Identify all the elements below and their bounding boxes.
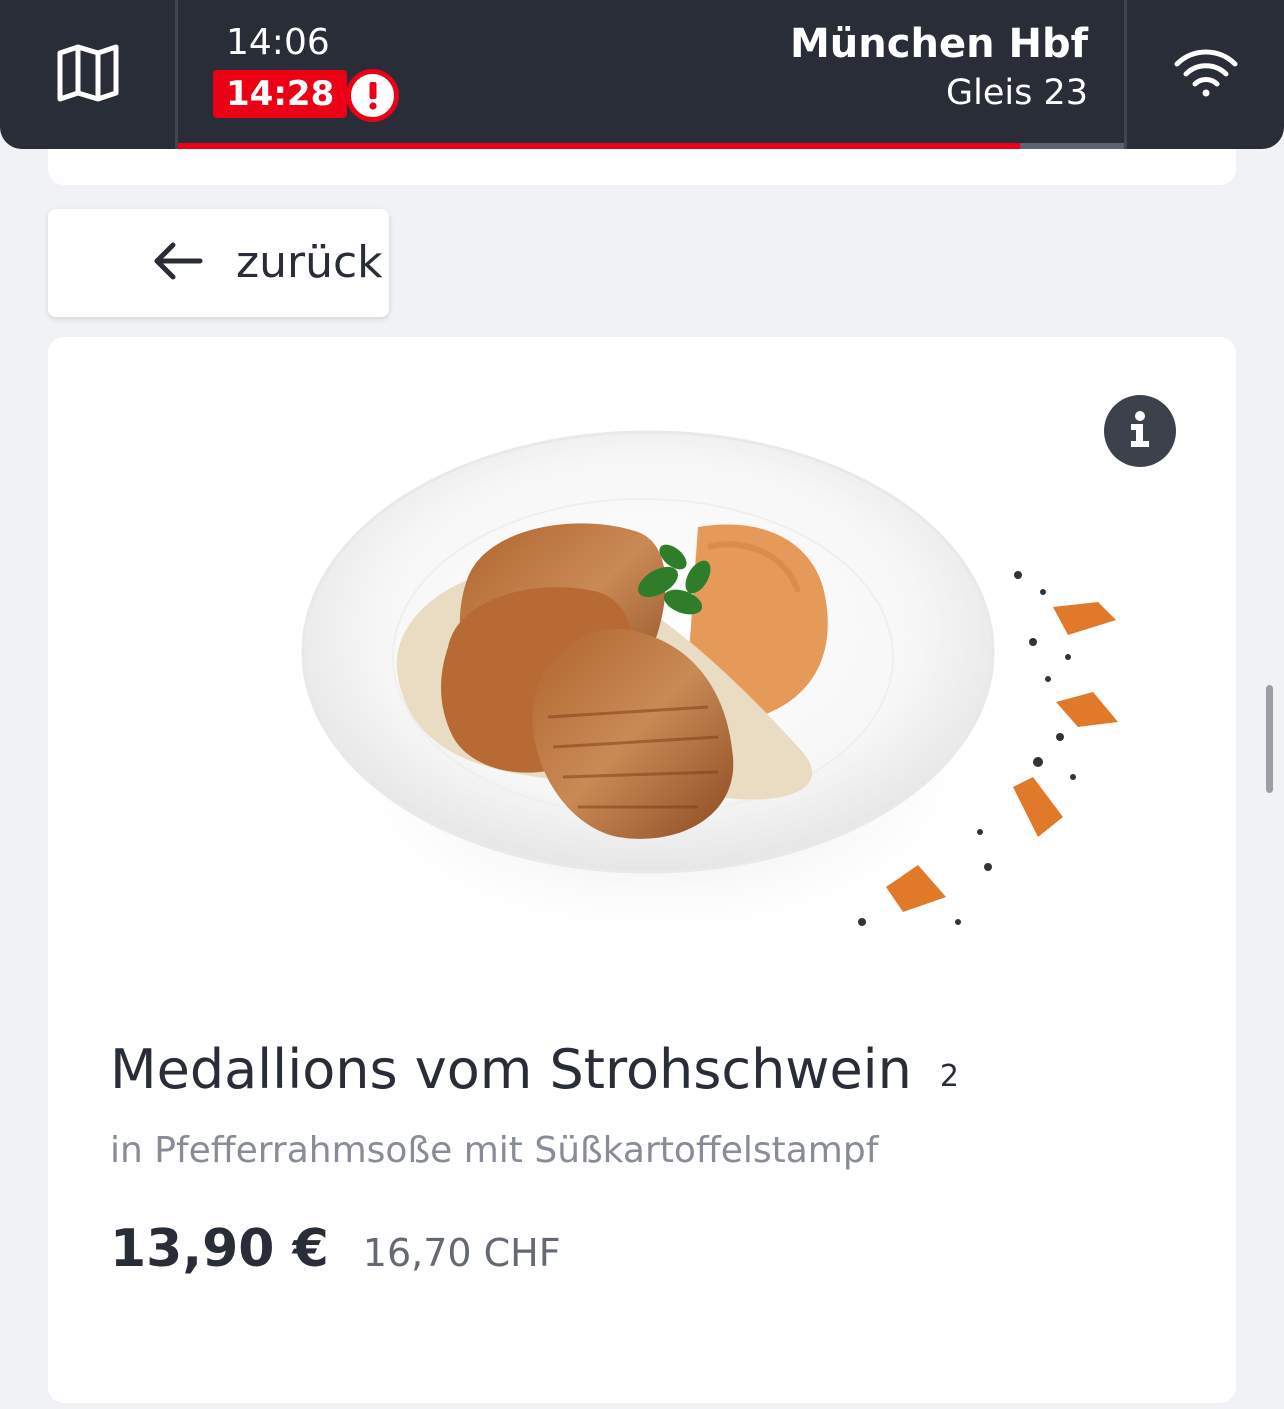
header-divider [175,0,178,149]
journey-progress-bar [178,143,1124,149]
product-description: in Pfefferrahmsoße mit Süßkartoffelstamp… [110,1130,879,1171]
allergen-note[interactable]: 2 [940,1059,959,1094]
price-chf: 16,70 CHF [362,1231,561,1275]
medallions-plate-image [278,417,1158,997]
product-title: Medallions vom Strohschwein 2 [110,1035,959,1112]
scrollbar[interactable] [1266,685,1273,793]
product-title-text: Medallions vom Strohschwein [110,1038,912,1101]
journey-progress-fill [178,143,1020,149]
alert-icon[interactable] [346,69,399,122]
wifi-button[interactable] [1127,0,1284,149]
map-icon [56,43,120,107]
planned-arrival-time: 14:06 [226,22,330,63]
arrow-left-icon [152,241,204,285]
wifi-icon [1173,47,1239,103]
actual-arrival-time: 14:28 [213,70,348,118]
station-name: München Hbf [790,21,1088,67]
station-info: München Hbf Gleis 23 [790,20,1088,117]
price-eur: 13,90 € [110,1219,329,1279]
back-button-label: zurück [236,237,383,288]
product-card: Medallions vom Strohschwein 2 in Pfefferr… [48,337,1236,1403]
platform-label: Gleis 23 [946,73,1088,113]
back-button[interactable]: zurück [48,209,389,317]
price-row: 13,90 € 16,70 CHF [110,1214,561,1288]
map-button[interactable] [0,0,175,149]
journey-header: 14:06 14:28 München Hbf Gleis 23 [0,0,1284,149]
